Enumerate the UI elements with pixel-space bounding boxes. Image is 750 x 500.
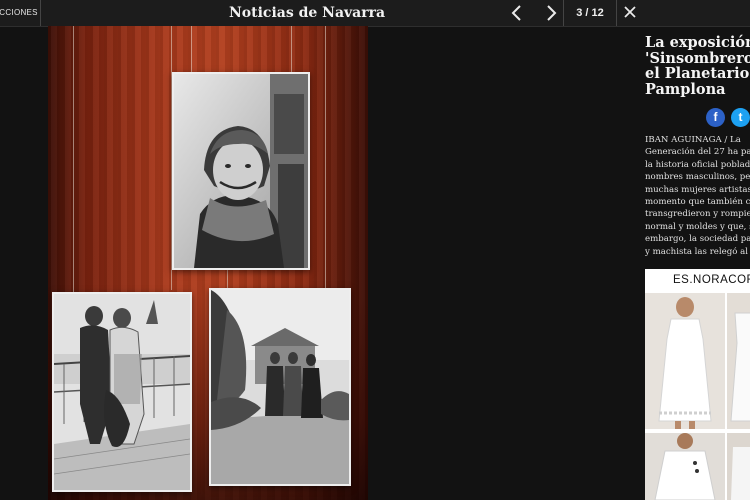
twitter-share-button[interactable]: t bbox=[731, 108, 750, 127]
hanging-wire bbox=[325, 26, 326, 288]
article-text: La Generación del 27 ha pasado a la hist… bbox=[645, 135, 750, 257]
sections-menu-button[interactable]: SECCIONES bbox=[0, 0, 41, 26]
white-dress-image-2 bbox=[727, 293, 750, 429]
advertisement[interactable]: ES.NORACORA bbox=[645, 269, 750, 500]
hanging-photo-two-women bbox=[52, 292, 192, 492]
chevron-right-icon bbox=[547, 5, 557, 21]
ad-brand-name[interactable]: ES.NORACORA bbox=[645, 269, 750, 291]
twitter-icon: t bbox=[738, 110, 743, 124]
portrait-image bbox=[174, 74, 308, 268]
close-gallery-button[interactable] bbox=[619, 0, 641, 26]
photo-counter: 3 / 12 bbox=[563, 0, 617, 26]
site-logo[interactable]: Noticias de Navarra bbox=[229, 3, 385, 23]
article-body: IBAN AGUINAGA / La Generación del 27 ha … bbox=[645, 134, 750, 258]
hanging-photo-garden bbox=[209, 288, 351, 486]
previous-photo-button[interactable] bbox=[505, 0, 527, 26]
article-panel: La exposición 'Sinsombrero' en el Planet… bbox=[645, 26, 750, 500]
ad-product-white-top[interactable] bbox=[645, 433, 725, 500]
close-icon bbox=[624, 6, 636, 18]
ad-product-white-dress[interactable] bbox=[645, 293, 725, 429]
hanging-photo-portrait bbox=[172, 72, 310, 270]
hanging-wire bbox=[291, 26, 292, 73]
next-photo-button[interactable] bbox=[541, 0, 563, 26]
hanging-wire bbox=[191, 26, 192, 73]
facebook-icon: f bbox=[713, 110, 718, 124]
chevron-left-icon bbox=[511, 5, 521, 21]
white-dress-image bbox=[645, 293, 725, 429]
garden-image bbox=[211, 290, 349, 484]
white-top-image bbox=[645, 433, 725, 500]
hanging-wire bbox=[73, 26, 74, 292]
gallery-photo bbox=[48, 26, 368, 500]
ad-product-white-dress-2[interactable] bbox=[727, 293, 750, 429]
top-bar: SECCIONES Noticias de Navarra 3 / 12 bbox=[0, 0, 750, 27]
white-top-image-2 bbox=[727, 433, 750, 500]
facebook-share-button[interactable]: f bbox=[706, 108, 725, 127]
ad-product-white-top-2[interactable] bbox=[727, 433, 750, 500]
article-title: La exposición 'Sinsombrero' en el Planet… bbox=[645, 34, 750, 98]
article-author: IBAN AGUINAGA / bbox=[645, 135, 728, 145]
two-women-image bbox=[54, 294, 190, 490]
